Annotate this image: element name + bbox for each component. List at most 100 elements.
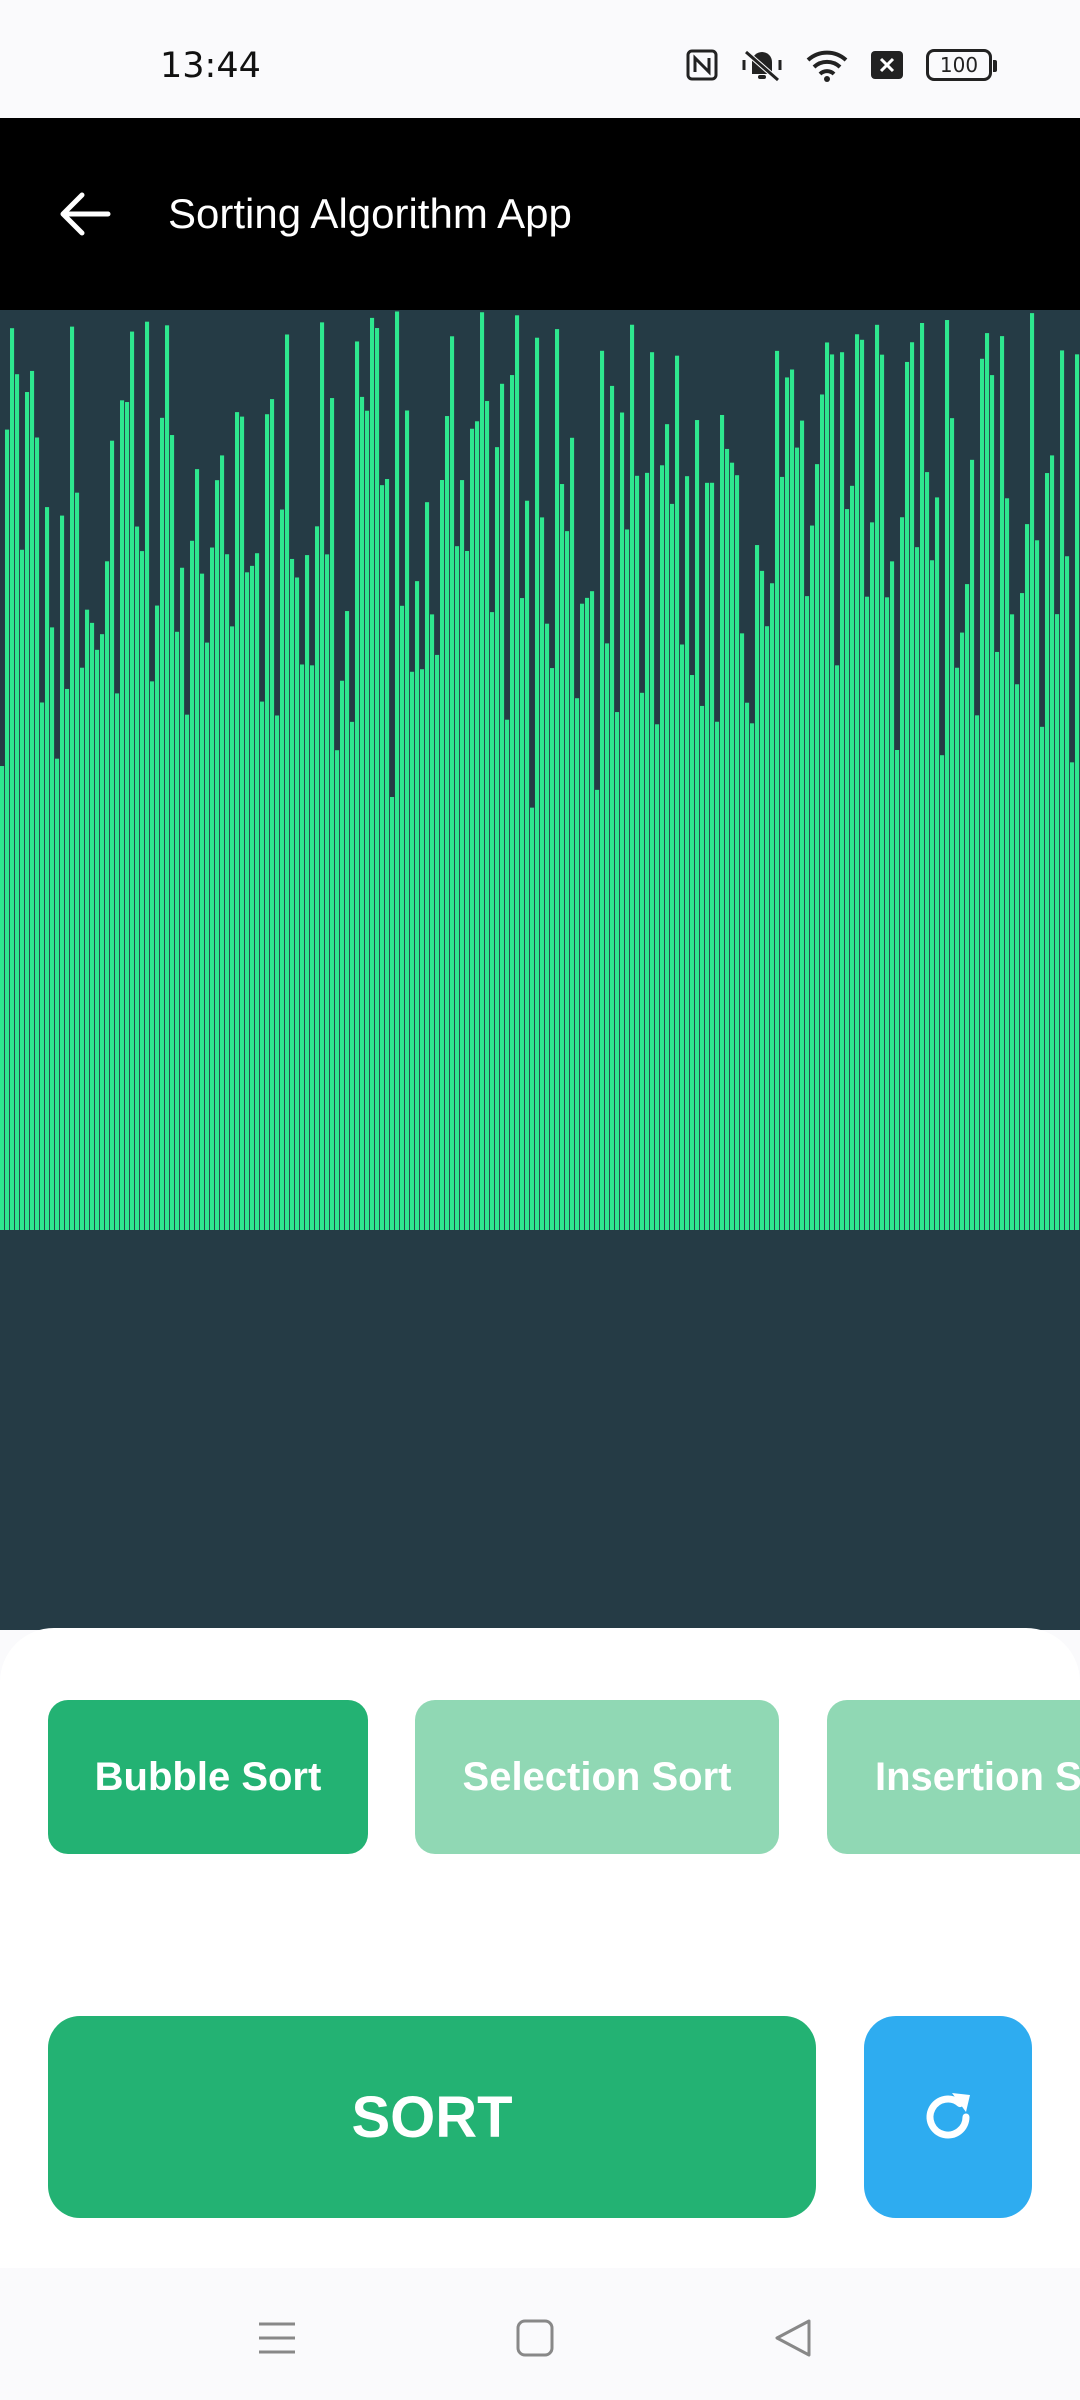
array-bar [100, 634, 105, 1230]
array-bar [885, 597, 890, 1230]
array-bar [265, 414, 270, 1230]
array-bar [580, 603, 585, 1230]
array-bar [865, 596, 870, 1230]
array-bar [1055, 614, 1060, 1230]
array-bar [455, 546, 460, 1230]
array-bar [250, 565, 255, 1230]
array-bar [655, 724, 660, 1230]
array-bar [770, 583, 775, 1230]
array-bar [80, 667, 85, 1230]
array-bar [465, 550, 470, 1230]
array-bar [205, 642, 210, 1230]
array-bar [255, 553, 260, 1230]
array-bar [755, 545, 760, 1230]
array-bar [405, 410, 410, 1230]
array-bar [940, 755, 945, 1230]
array-bar [715, 721, 720, 1230]
array-bar [665, 424, 670, 1230]
array-bar [565, 531, 570, 1230]
array-bar [875, 324, 880, 1230]
insertion-sort-button[interactable]: Insertion S [827, 1700, 1080, 1854]
array-bar [910, 342, 915, 1230]
array-bar [275, 715, 280, 1230]
reset-button[interactable] [864, 2016, 1032, 2218]
array-bar [845, 509, 850, 1230]
array-bar [450, 336, 455, 1230]
array-bar [925, 472, 930, 1230]
nav-home-button[interactable] [505, 2308, 565, 2368]
sort-button[interactable]: SORT [48, 2016, 816, 2218]
array-bar [660, 465, 665, 1230]
array-bar [185, 714, 190, 1230]
array-bar [350, 721, 355, 1230]
array-bar [40, 702, 45, 1230]
array-bar [750, 723, 755, 1230]
array-bar [680, 644, 685, 1230]
array-bar [30, 370, 35, 1230]
array-bar [610, 385, 615, 1230]
array-bar [1075, 354, 1080, 1230]
array-bar [135, 526, 140, 1230]
array-bar [320, 322, 325, 1230]
nav-menu-button[interactable] [247, 2308, 307, 2368]
array-bar [395, 311, 400, 1230]
array-bar [1000, 336, 1005, 1230]
array-bar [180, 567, 185, 1230]
array-bar [625, 529, 630, 1230]
array-bar [280, 509, 285, 1230]
array-bar [965, 584, 970, 1230]
array-bar [495, 447, 500, 1230]
array-bar [760, 570, 765, 1230]
array-bar [160, 417, 165, 1230]
array-bar [290, 558, 295, 1230]
array-bar [730, 462, 735, 1230]
array-bar [505, 719, 510, 1230]
array-bar [335, 750, 340, 1230]
array-bar [890, 561, 895, 1230]
array-bar [820, 394, 825, 1230]
array-bar [785, 377, 790, 1230]
array-bar [370, 317, 375, 1230]
array-bar [990, 375, 995, 1230]
array-bar [585, 597, 590, 1230]
array-bar [935, 497, 940, 1230]
sort-label: SORT [351, 2084, 513, 2150]
status-icons: 100 [686, 48, 997, 82]
system-nav-bar [0, 2268, 1080, 2400]
nav-back-button[interactable] [763, 2308, 823, 2368]
array-bar [1040, 726, 1045, 1230]
array-bar [705, 482, 710, 1230]
array-bar [345, 611, 350, 1230]
back-button[interactable] [50, 182, 120, 246]
array-bar [360, 396, 365, 1230]
array-bar [1060, 350, 1065, 1230]
algorithm-selector: Bubble Sort Selection Sort Insertion S [0, 1700, 1080, 1854]
array-bar [685, 476, 690, 1230]
array-bar [130, 331, 135, 1230]
array-bar [25, 392, 30, 1230]
bubble-sort-button[interactable]: Bubble Sort [48, 1700, 368, 1854]
array-bar [60, 515, 65, 1230]
array-bar [45, 507, 50, 1230]
array-bar [340, 680, 345, 1230]
array-bar [140, 551, 145, 1230]
array-bar [215, 480, 220, 1230]
array-bar [305, 555, 310, 1230]
array-bar [780, 476, 785, 1230]
array-bar [240, 416, 245, 1230]
array-bar [410, 671, 415, 1230]
array-bar [720, 414, 725, 1230]
array-bar [155, 605, 160, 1230]
array-bar [725, 448, 730, 1230]
array-bar [985, 333, 990, 1230]
array-bar [175, 631, 180, 1230]
array-bar [620, 412, 625, 1230]
array-bar [315, 526, 320, 1230]
array-bar [600, 350, 605, 1230]
array-bar [765, 626, 770, 1230]
array-bar [200, 573, 205, 1230]
array-bar [105, 561, 110, 1230]
menu-icon [259, 2322, 295, 2354]
selection-sort-button[interactable]: Selection Sort [415, 1700, 779, 1854]
array-bar [470, 428, 475, 1230]
